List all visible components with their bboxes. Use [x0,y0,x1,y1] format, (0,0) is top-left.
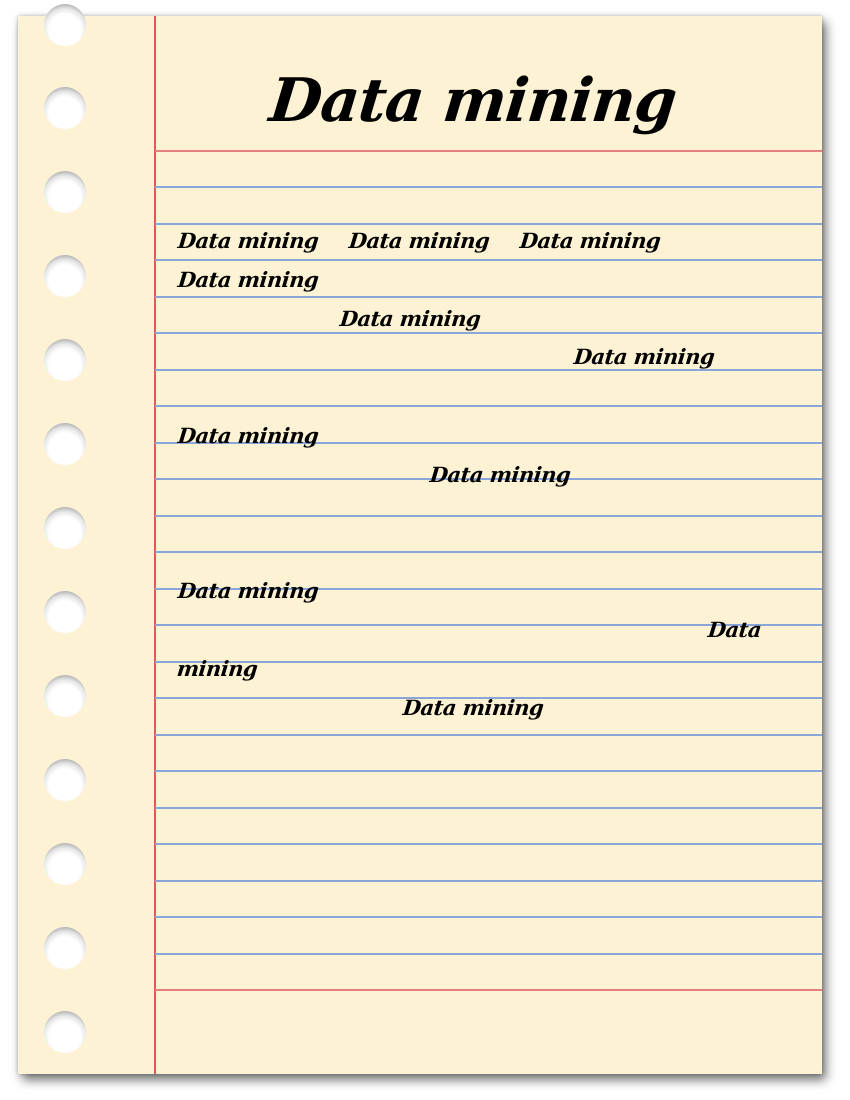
note-text: Data mining [518,228,662,253]
note-text: Data mining [338,306,482,331]
ruled-line [155,405,822,407]
note-text: Data mining [176,267,320,292]
ruled-line [155,515,822,517]
binder-hole-icon [44,171,86,213]
footer-rule [155,989,822,991]
notebook-paper: Data mining Data mining Data mining Data… [18,4,822,1074]
binder-hole-icon [44,759,86,801]
ruled-line [155,186,822,188]
ruled-line [155,223,822,225]
ruled-line [155,369,822,371]
ruled-line [155,770,822,772]
ruled-line [155,259,822,261]
binder-hole-icon [44,1011,86,1053]
ruled-line [155,332,822,334]
note-text: Data mining [347,228,491,253]
ruled-line [155,953,822,955]
binder-hole-icon [44,843,86,885]
binder-hole-icon [44,675,86,717]
ruled-line [155,843,822,845]
binder-hole-icon [44,507,86,549]
note-text: mining [175,656,259,681]
binder-hole-icon [44,339,86,381]
binder-hole-icon [44,591,86,633]
ruled-line [155,296,822,298]
note-text: Data mining [428,462,572,487]
note-text: Data mining [176,578,320,603]
binder-hole-icon [44,927,86,969]
binder-hole-icon [44,423,86,465]
binder-hole-icon [44,87,86,129]
note-text: Data [706,617,763,642]
binder-hole-icon [44,255,86,297]
header-rule [155,150,822,152]
ruled-line [155,807,822,809]
binder-hole-icon [44,4,86,46]
note-text: Data mining [176,423,320,448]
note-text: Data mining [176,228,320,253]
ruled-line [155,551,822,553]
page-title: Data mining [266,66,680,136]
ruled-line [155,916,822,918]
ruled-line [155,734,822,736]
note-text: Data mining [572,344,716,369]
note-text: Data mining [401,695,545,720]
ruled-line [155,880,822,882]
